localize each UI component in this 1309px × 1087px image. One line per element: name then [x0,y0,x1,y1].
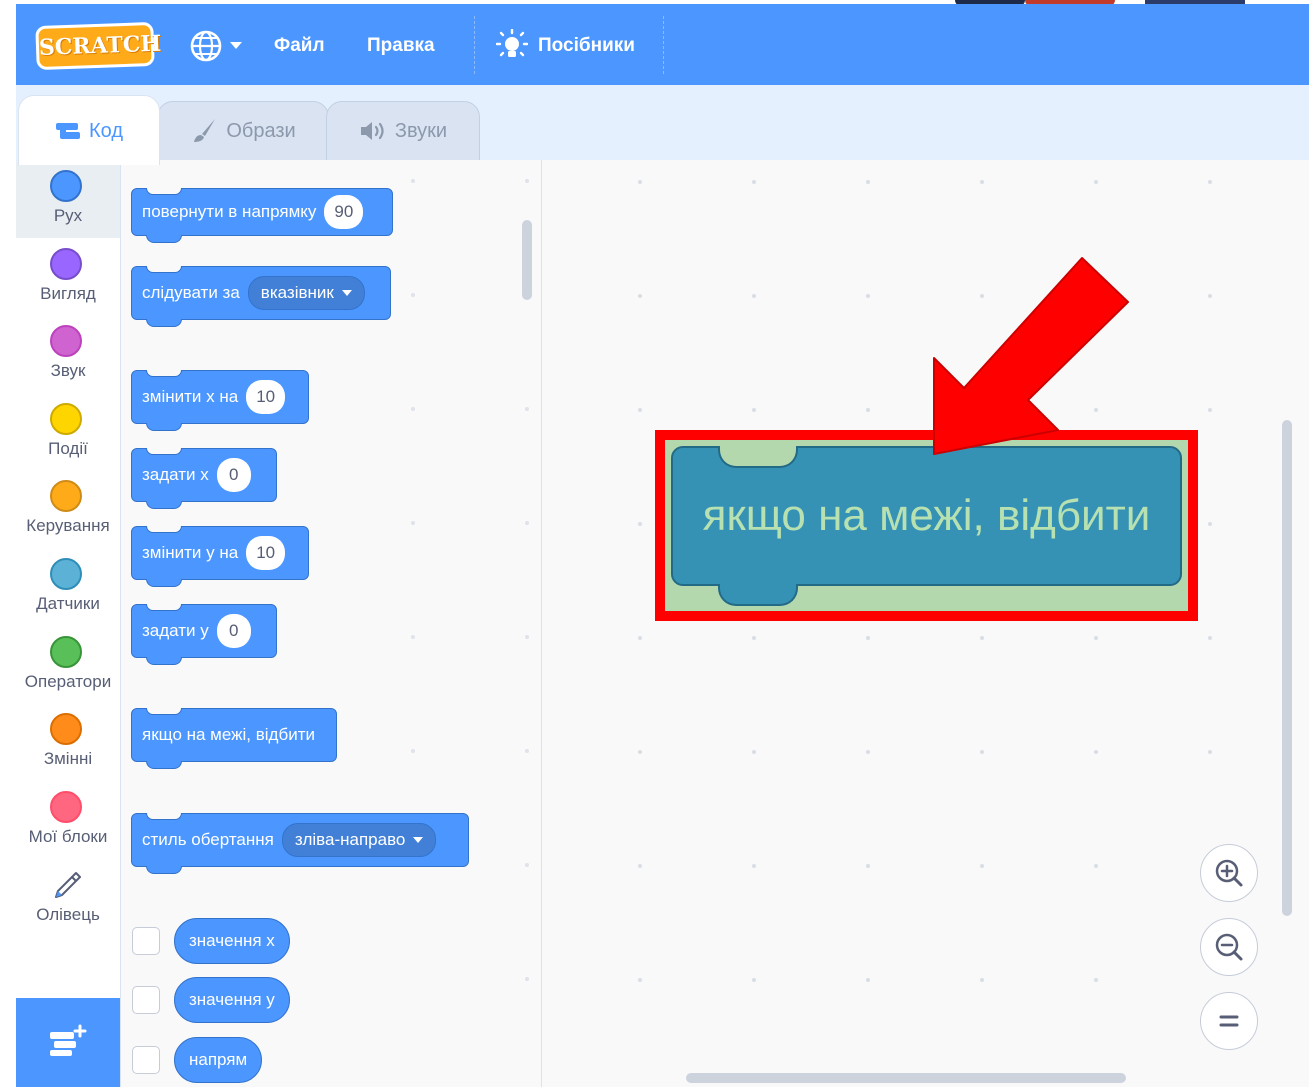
zoom-reset-icon [1219,1015,1239,1027]
block-label: задати у [142,621,209,640]
zoom-out-icon [1215,933,1243,961]
block-label: повернути в напрямку [142,202,317,221]
menu-tutorials[interactable]: Посібники [496,26,635,66]
tab-code-label: Код [88,119,123,142]
menu-file[interactable]: Файл [274,30,325,62]
checkbox-x-position[interactable] [132,927,160,955]
category-label: Звук [50,361,86,380]
add-extension-icon [50,1024,87,1056]
menu-divider [663,16,664,74]
chevron-down-icon [413,837,424,843]
category-menu: Рух Вигляд Звук Події Керування Датчики … [16,160,121,1087]
category-my-blocks[interactable]: Мої блоки [16,781,120,859]
block-dropdown[interactable]: вказівник [247,276,365,310]
category-label: Датчики [36,594,100,613]
language-button[interactable] [188,28,248,64]
block-set-x[interactable]: задати х 0 [131,448,277,509]
lightbulb-icon [496,29,528,57]
block-notch [718,584,798,606]
scratch-logo[interactable]: SCRATCH [35,21,162,71]
category-control[interactable]: Керування [16,470,120,548]
category-pen[interactable]: Олівець [16,859,120,937]
block-label: якщо на межі, відбити [142,725,315,744]
block-input[interactable]: 10 [246,536,286,570]
tab-costumes[interactable]: Образи [157,101,329,161]
code-icon [55,122,80,139]
add-extension-button[interactable] [16,998,120,1087]
block-dropdown[interactable]: зліва-направо [281,823,437,857]
category-dot [50,480,82,512]
palette-scrollbar[interactable] [522,220,532,300]
zoom-in-icon [1215,859,1243,887]
block-change-x[interactable]: змінити х на 10 [131,370,309,431]
category-dot [50,170,82,202]
block-label: стиль обертання [142,830,274,849]
block-direction[interactable]: напрям [174,1037,263,1083]
block-y-position[interactable]: значення у [174,977,290,1023]
category-label: Мої блоки [28,827,108,846]
speaker-icon [360,122,384,140]
tab-code[interactable]: Код [18,95,160,165]
tab-sounds-label: Звуки [394,120,448,142]
workspace-horizontal-scrollbar[interactable] [686,1073,1126,1083]
category-label: Олівець [36,905,100,924]
red-arrow-annotation [933,257,1129,455]
category-label: Події [48,439,88,458]
block-label: якщо на межі, відбити [702,491,1151,540]
zoom-in-button[interactable] [1200,844,1258,902]
category-label: Змінні [43,749,93,768]
category-looks[interactable]: Вигляд [16,238,120,316]
category-dot [50,558,82,590]
category-dot [50,713,82,745]
tab-sounds[interactable]: Звуки [326,101,480,161]
block-point-in-direction[interactable]: повернути в напрямку 90 [131,188,393,243]
block-input[interactable]: 90 [324,195,364,229]
category-dot [50,325,82,357]
tab-costumes-label: Образи [226,120,296,142]
menu-bar: SCRATCH Файл Правка Посібники [16,4,1309,85]
category-sensing[interactable]: Датчики [16,548,120,626]
category-events[interactable]: Події [16,393,120,471]
menu-edit[interactable]: Правка [367,30,435,62]
block-label: задати х [142,465,209,484]
block-set-y[interactable]: задати у 0 [131,604,277,665]
chevron-down-icon [341,290,352,296]
menu-tutorials-label: Посібники [538,35,635,56]
category-operators[interactable]: Оператори [16,626,120,704]
zoom-reset-button[interactable] [1200,992,1258,1050]
category-label: Керування [26,516,110,535]
pen-icon [55,872,81,898]
menu-divider [474,16,475,74]
category-dot [50,636,82,668]
category-variables[interactable]: Змінні [16,703,120,781]
brush-icon [194,119,216,142]
category-label: Рух [53,206,83,225]
block-point-towards[interactable]: слідувати за вказівник [131,266,391,327]
block-set-rotation-style[interactable]: стиль обертання зліва-направо [131,813,469,874]
block-if-on-edge-bounce[interactable]: якщо на межі, відбити [131,708,337,769]
block-notch [718,446,798,468]
category-dot [50,791,82,823]
category-sound[interactable]: Звук [16,315,120,393]
block-x-position[interactable]: значення х [174,918,290,964]
block-change-y[interactable]: змінити у на 10 [131,526,309,587]
category-label: Вигляд [40,284,96,303]
category-motion[interactable]: Рух [16,160,120,238]
globe-icon [190,30,242,62]
block-input[interactable]: 0 [216,458,251,492]
workspace-vertical-scrollbar[interactable] [1282,420,1292,916]
category-dot [50,403,82,435]
category-dot [50,248,82,280]
block-label: слідувати за [142,283,240,302]
block-input[interactable]: 10 [246,380,286,414]
checkbox-y-position[interactable] [132,986,160,1014]
zoom-out-button[interactable] [1200,918,1258,976]
checkbox-direction[interactable] [132,1046,160,1074]
category-label: Оператори [24,672,112,691]
block-label: змінити х на [142,387,239,406]
block-label: змінити у на [142,543,239,562]
block-input[interactable]: 0 [216,614,251,648]
